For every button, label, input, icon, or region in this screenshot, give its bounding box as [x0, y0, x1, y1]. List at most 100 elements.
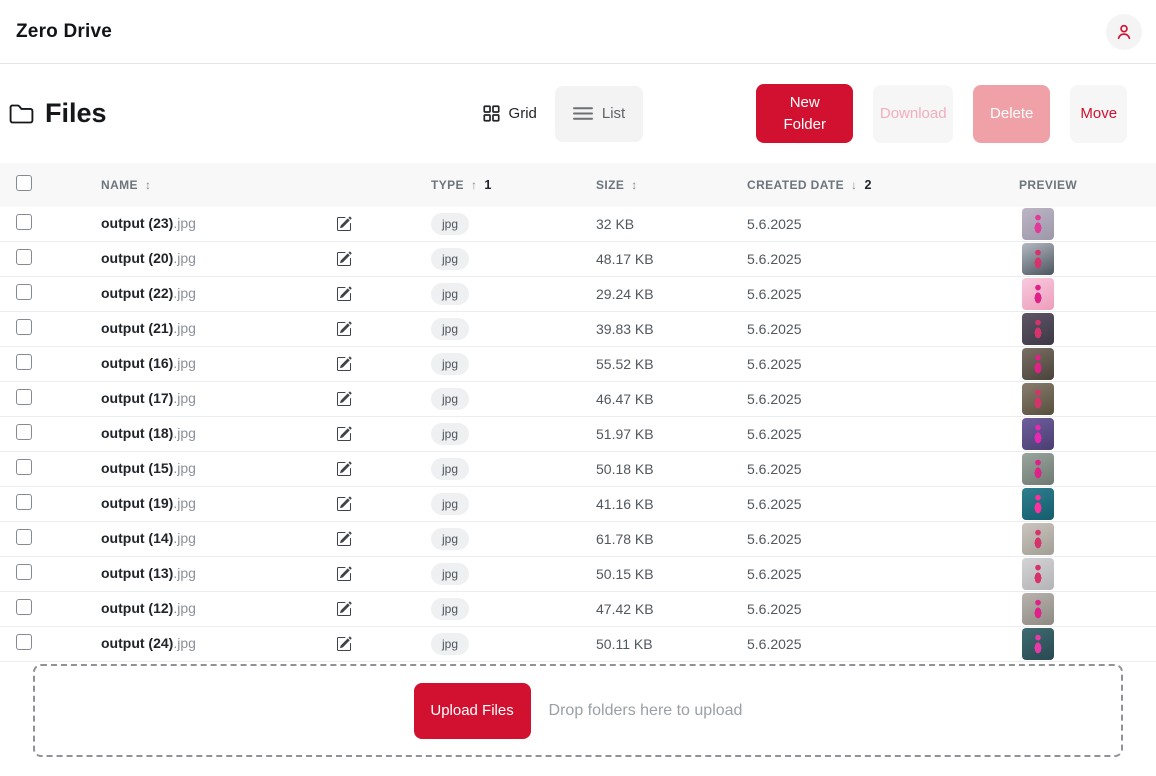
row-checkbox[interactable] [16, 214, 32, 230]
sort-order-badge: 1 [484, 178, 491, 192]
file-name: output (21) [101, 320, 173, 336]
preview-cell [1019, 208, 1156, 240]
delete-button[interactable]: Delete [973, 85, 1050, 143]
column-header-created-date[interactable]: CREATED DATE ↓ 2 [747, 178, 1019, 192]
file-type-badge: jpg [431, 528, 469, 550]
file-preview-thumbnail[interactable] [1022, 453, 1054, 485]
new-folder-button[interactable]: New Folder [756, 84, 853, 143]
row-select-cell [0, 599, 101, 620]
table-row[interactable]: output (18).jpg jpg 51.97 KB 5.6.2025 [0, 417, 1156, 452]
edit-icon[interactable] [336, 566, 352, 582]
edit-cell [336, 356, 431, 372]
edit-icon[interactable] [336, 461, 352, 477]
edit-cell [336, 286, 431, 302]
file-preview-thumbnail[interactable] [1022, 348, 1054, 380]
row-checkbox[interactable] [16, 599, 32, 615]
file-extension: .jpg [173, 285, 196, 301]
edit-icon[interactable] [336, 496, 352, 512]
table-row[interactable]: output (15).jpg jpg 50.18 KB 5.6.2025 [0, 452, 1156, 487]
edit-icon[interactable] [336, 251, 352, 267]
file-preview-thumbnail[interactable] [1022, 208, 1054, 240]
file-name: output (12) [101, 600, 173, 616]
table-row[interactable]: output (20).jpg jpg 48.17 KB 5.6.2025 [0, 242, 1156, 277]
row-select-cell [0, 494, 101, 515]
file-extension: .jpg [173, 215, 196, 231]
table-row[interactable]: output (21).jpg jpg 39.83 KB 5.6.2025 [0, 312, 1156, 347]
file-preview-thumbnail[interactable] [1022, 418, 1054, 450]
edit-icon[interactable] [336, 426, 352, 442]
table-row[interactable]: output (13).jpg jpg 50.15 KB 5.6.2025 [0, 557, 1156, 592]
file-preview-thumbnail[interactable] [1022, 383, 1054, 415]
row-checkbox[interactable] [16, 354, 32, 370]
file-type-badge: jpg [431, 388, 469, 410]
edit-icon[interactable] [336, 391, 352, 407]
file-extension: .jpg [173, 565, 196, 581]
move-button[interactable]: Move [1070, 85, 1127, 143]
file-name: output (14) [101, 530, 173, 546]
action-buttons: New Folder Download Delete Move [756, 84, 1127, 143]
row-checkbox[interactable] [16, 494, 32, 510]
row-checkbox[interactable] [16, 459, 32, 475]
table-row[interactable]: output (19).jpg jpg 41.16 KB 5.6.2025 [0, 487, 1156, 522]
edit-icon[interactable] [336, 356, 352, 372]
file-preview-thumbnail[interactable] [1022, 313, 1054, 345]
row-checkbox[interactable] [16, 249, 32, 265]
edit-icon[interactable] [336, 321, 352, 337]
column-header-type[interactable]: TYPE ↑ 1 [431, 178, 596, 192]
row-select-cell [0, 319, 101, 340]
file-preview-thumbnail[interactable] [1022, 558, 1054, 590]
row-checkbox[interactable] [16, 564, 32, 580]
row-checkbox[interactable] [16, 424, 32, 440]
row-checkbox[interactable] [16, 284, 32, 300]
edit-icon[interactable] [336, 601, 352, 617]
table-row[interactable]: output (16).jpg jpg 55.52 KB 5.6.2025 [0, 347, 1156, 382]
file-preview-thumbnail[interactable] [1022, 278, 1054, 310]
file-type-cell: jpg [431, 598, 596, 620]
edit-icon[interactable] [336, 216, 352, 232]
file-type-cell: jpg [431, 423, 596, 445]
file-type-badge: jpg [431, 563, 469, 585]
grid-view-button[interactable]: Grid [465, 86, 555, 142]
file-preview-thumbnail[interactable] [1022, 488, 1054, 520]
row-checkbox[interactable] [16, 634, 32, 650]
list-view-button[interactable]: List [555, 86, 643, 142]
row-checkbox[interactable] [16, 389, 32, 405]
file-extension: .jpg [173, 320, 196, 336]
edit-icon[interactable] [336, 531, 352, 547]
file-extension: .jpg [173, 250, 196, 266]
list-view-label: List [602, 105, 625, 122]
table-row[interactable]: output (23).jpg jpg 32 KB 5.6.2025 [0, 207, 1156, 242]
file-type-badge: jpg [431, 633, 469, 655]
table-row[interactable]: output (12).jpg jpg 47.42 KB 5.6.2025 [0, 592, 1156, 627]
file-preview-thumbnail[interactable] [1022, 593, 1054, 625]
edit-icon[interactable] [336, 636, 352, 652]
file-extension: .jpg [173, 460, 196, 476]
upload-dropzone[interactable]: Upload Files Drop folders here to upload [33, 664, 1123, 757]
select-all-checkbox[interactable] [16, 175, 32, 191]
row-checkbox[interactable] [16, 319, 32, 335]
column-header-name[interactable]: NAME ↕ [101, 178, 431, 192]
file-preview-thumbnail[interactable] [1022, 243, 1054, 275]
file-size: 55.52 KB [596, 356, 747, 372]
file-preview-thumbnail[interactable] [1022, 628, 1054, 660]
edit-cell [336, 251, 431, 267]
download-button[interactable]: Download [873, 85, 953, 143]
edit-icon[interactable] [336, 286, 352, 302]
table-row[interactable]: output (24).jpg jpg 50.11 KB 5.6.2025 [0, 627, 1156, 662]
user-avatar-button[interactable] [1106, 14, 1142, 50]
file-preview-thumbnail[interactable] [1022, 523, 1054, 555]
file-type-badge: jpg [431, 598, 469, 620]
table-row[interactable]: output (17).jpg jpg 46.47 KB 5.6.2025 [0, 382, 1156, 417]
files-heading: Files [8, 98, 107, 129]
file-size: 50.11 KB [596, 636, 747, 652]
file-type-cell: jpg [431, 633, 596, 655]
row-checkbox[interactable] [16, 529, 32, 545]
upload-files-button[interactable]: Upload Files [414, 683, 531, 739]
table-row[interactable]: output (14).jpg jpg 61.78 KB 5.6.2025 [0, 522, 1156, 557]
table-row[interactable]: output (22).jpg jpg 29.24 KB 5.6.2025 [0, 277, 1156, 312]
column-header-size[interactable]: SIZE ↕ [596, 178, 747, 192]
preview-cell [1019, 383, 1156, 415]
file-size: 46.47 KB [596, 391, 747, 407]
file-type-badge: jpg [431, 248, 469, 270]
file-type-badge: jpg [431, 423, 469, 445]
